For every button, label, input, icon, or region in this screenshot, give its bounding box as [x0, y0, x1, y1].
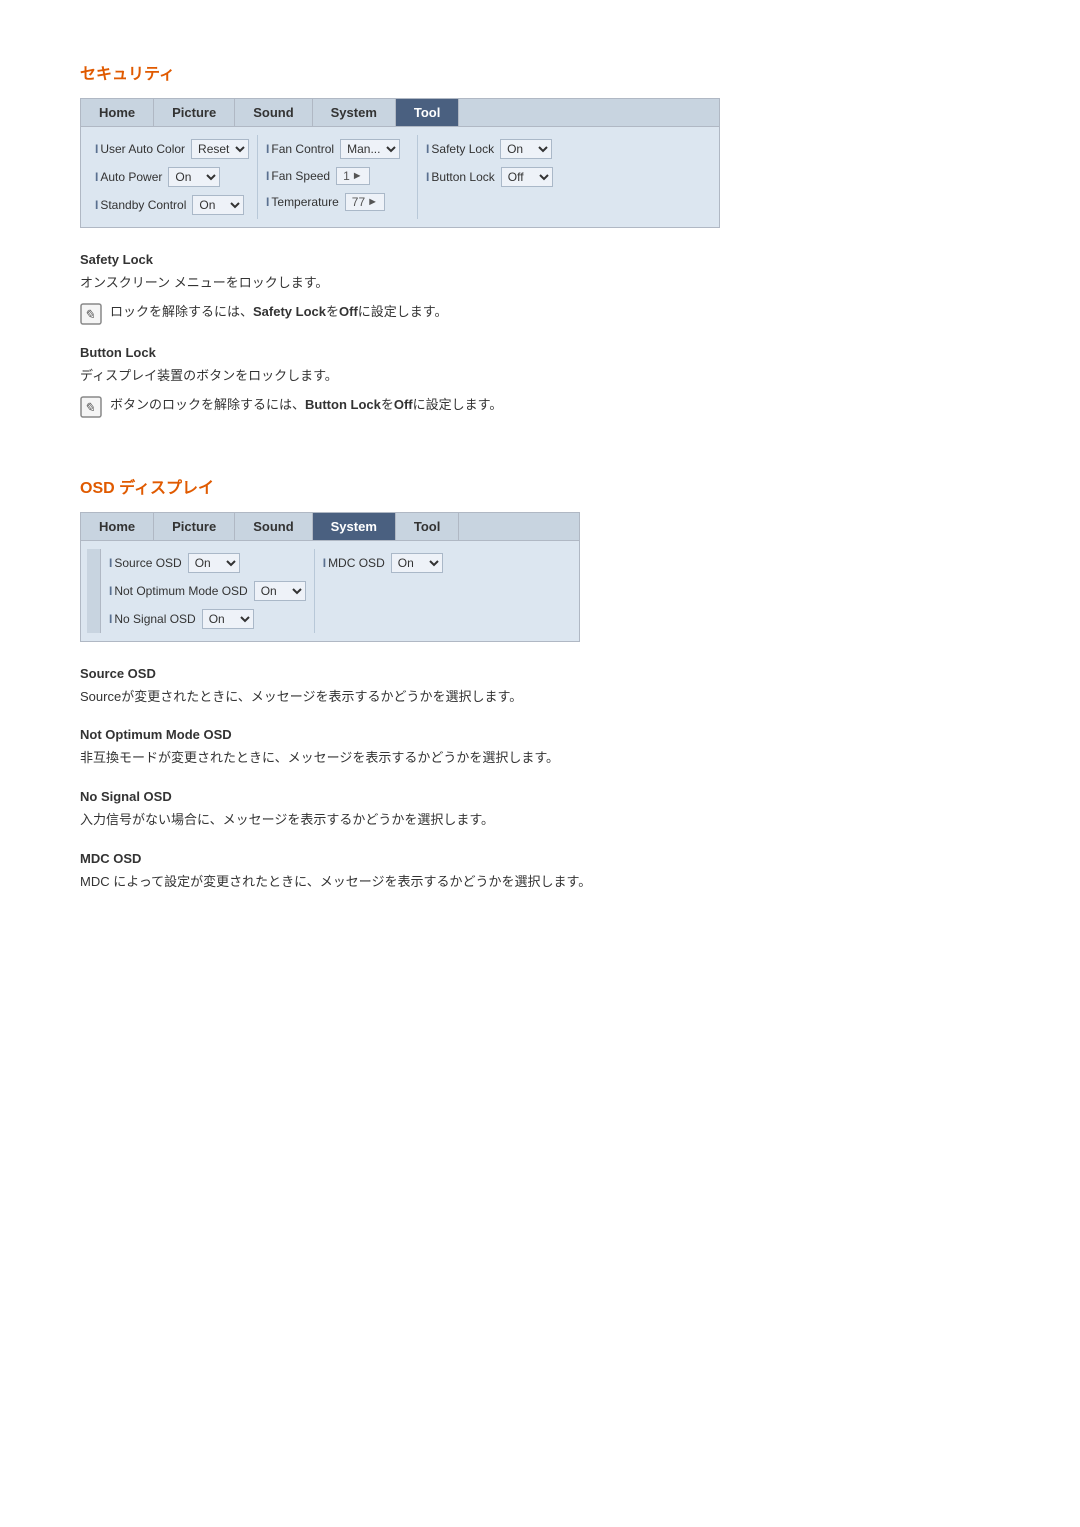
security-tab-home[interactable]: Home [81, 99, 154, 126]
mdc-osd-desc-text: MDC によって設定が変更されたときに、メッセージを表示するかどうかを選択します… [80, 872, 1000, 893]
osd-side-panel [87, 549, 101, 633]
button-lock-desc-text: ディスプレイ装置のボタンをロックします。 [80, 366, 1000, 387]
source-osd-select[interactable]: On Off [188, 553, 240, 573]
user-auto-color-row: User Auto Color Reset [95, 137, 249, 161]
button-lock-desc-section: Button Lock ディスプレイ装置のボタンをロックします。 ✎ ボタンのロ… [80, 345, 1000, 418]
no-signal-osd-label: No Signal OSD [109, 612, 196, 626]
safety-lock-desc-text: オンスクリーン メニューをロックします。 [80, 273, 1000, 294]
osd-tab-sound[interactable]: Sound [235, 513, 312, 540]
not-optimum-mode-osd-select[interactable]: On Off [254, 581, 306, 601]
security-tab-picture[interactable]: Picture [154, 99, 235, 126]
mdc-osd-row: MDC OSD On Off [323, 551, 447, 575]
button-lock-note-text: ボタンのロックを解除するには、Button LockをOffに設定します。 [110, 395, 502, 416]
standby-control-row: Standby Control On Off [95, 193, 249, 217]
fan-speed-value: 1 [343, 169, 350, 183]
security-tabs: Home Picture Sound System Tool [81, 99, 719, 127]
osd-menu-body: Source OSD On Off Not Optimum Mode OSD O… [81, 541, 579, 641]
security-section: セキュリティ Home Picture Sound System Tool Us… [80, 60, 1000, 418]
auto-power-row: Auto Power On Off [95, 165, 249, 189]
not-optimum-mode-osd-label: Not Optimum Mode OSD [109, 584, 248, 598]
source-osd-desc-text: Sourceが変更されたときに、メッセージを表示するかどうかを選択します。 [80, 687, 1000, 708]
no-signal-osd-desc-text: 入力信号がない場合に、メッセージを表示するかどうかを選択します。 [80, 810, 1000, 831]
security-menu-table: Home Picture Sound System Tool User Auto… [80, 98, 720, 228]
auto-power-label: Auto Power [95, 170, 162, 184]
osd-tab-tool[interactable]: Tool [396, 513, 459, 540]
fan-control-row: Fan Control Man... Auto [266, 137, 409, 161]
fan-control-select[interactable]: Man... Auto [340, 139, 400, 159]
security-col-2: Fan Control Man... Auto Fan Speed 1 ► Te… [258, 135, 418, 219]
auto-power-select[interactable]: On Off [168, 167, 220, 187]
source-osd-desc-section: Source OSD Sourceが変更されたときに、メッセージを表示するかどう… [80, 666, 1000, 708]
not-optimum-mode-osd-row: Not Optimum Mode OSD On Off [109, 579, 306, 603]
osd-tabs: Home Picture Sound System Tool [81, 513, 579, 541]
security-menu-body: User Auto Color Reset Auto Power On Off … [81, 127, 719, 227]
security-col-3: Safety Lock On Off Button Lock On Off [418, 135, 578, 219]
osd-col-1: Source OSD On Off Not Optimum Mode OSD O… [101, 549, 315, 633]
safety-lock-note-icon: ✎ [80, 303, 102, 325]
fan-speed-arrow: ► [352, 170, 363, 182]
svg-text:✎: ✎ [84, 400, 95, 415]
security-tab-system[interactable]: System [313, 99, 396, 126]
osd-section: OSD ディスプレイ Home Picture Sound System Too… [80, 474, 1000, 893]
no-signal-osd-select[interactable]: On Off [202, 609, 254, 629]
security-col-1: User Auto Color Reset Auto Power On Off … [87, 135, 258, 219]
temperature-value: 77 [352, 195, 365, 209]
temperature-control[interactable]: 77 ► [345, 193, 385, 211]
mdc-osd-desc-title: MDC OSD [80, 851, 1000, 866]
safety-lock-note-text: ロックを解除するには、Safety LockをOffに設定します。 [110, 302, 448, 323]
not-optimum-mode-osd-desc-section: Not Optimum Mode OSD 非互換モードが変更されたときに、メッセ… [80, 727, 1000, 769]
safety-lock-select[interactable]: On Off [500, 139, 552, 159]
temperature-row: Temperature 77 ► [266, 191, 409, 213]
safety-lock-desc-section: Safety Lock オンスクリーン メニューをロックします。 ✎ ロックを解… [80, 252, 1000, 325]
user-auto-color-label: User Auto Color [95, 142, 185, 156]
no-signal-osd-row: No Signal OSD On Off [109, 607, 306, 631]
osd-tab-picture[interactable]: Picture [154, 513, 235, 540]
mdc-osd-label: MDC OSD [323, 556, 385, 570]
osd-tab-system[interactable]: System [313, 513, 396, 540]
button-lock-desc-title: Button Lock [80, 345, 1000, 360]
fan-control-label: Fan Control [266, 142, 334, 156]
source-osd-label: Source OSD [109, 556, 182, 570]
security-title: セキュリティ [80, 60, 1000, 84]
security-tab-tool[interactable]: Tool [396, 99, 459, 126]
osd-title: OSD ディスプレイ [80, 474, 1000, 498]
button-lock-select[interactable]: On Off [501, 167, 553, 187]
not-optimum-mode-osd-desc-text: 非互換モードが変更されたときに、メッセージを表示するかどうかを選択します。 [80, 748, 1000, 769]
button-lock-note-icon: ✎ [80, 396, 102, 418]
security-tab-sound[interactable]: Sound [235, 99, 312, 126]
safety-lock-label: Safety Lock [426, 142, 494, 156]
standby-control-select[interactable]: On Off [192, 195, 244, 215]
no-signal-osd-desc-title: No Signal OSD [80, 789, 1000, 804]
user-auto-color-select[interactable]: Reset [191, 139, 249, 159]
mdc-osd-desc-section: MDC OSD MDC によって設定が変更されたときに、メッセージを表示するかど… [80, 851, 1000, 893]
osd-tab-home[interactable]: Home [81, 513, 154, 540]
not-optimum-mode-osd-desc-title: Not Optimum Mode OSD [80, 727, 1000, 742]
source-osd-desc-title: Source OSD [80, 666, 1000, 681]
svg-text:✎: ✎ [84, 307, 95, 322]
safety-lock-note-block: ✎ ロックを解除するには、Safety LockをOffに設定します。 [80, 302, 1000, 325]
button-lock-label: Button Lock [426, 170, 495, 184]
fan-speed-row: Fan Speed 1 ► [266, 165, 409, 187]
fan-speed-control[interactable]: 1 ► [336, 167, 370, 185]
mdc-osd-select[interactable]: On Off [391, 553, 443, 573]
button-lock-row: Button Lock On Off [426, 165, 570, 189]
osd-col-2: MDC OSD On Off [315, 549, 455, 633]
source-osd-row: Source OSD On Off [109, 551, 306, 575]
temperature-arrow: ► [367, 196, 378, 208]
osd-menu-table: Home Picture Sound System Tool Source OS… [80, 512, 580, 642]
temperature-label: Temperature [266, 195, 339, 209]
safety-lock-desc-title: Safety Lock [80, 252, 1000, 267]
standby-control-label: Standby Control [95, 198, 186, 212]
safety-lock-row: Safety Lock On Off [426, 137, 570, 161]
no-signal-osd-desc-section: No Signal OSD 入力信号がない場合に、メッセージを表示するかどうかを… [80, 789, 1000, 831]
fan-speed-label: Fan Speed [266, 169, 330, 183]
button-lock-note-block: ✎ ボタンのロックを解除するには、Button LockをOffに設定します。 [80, 395, 1000, 418]
